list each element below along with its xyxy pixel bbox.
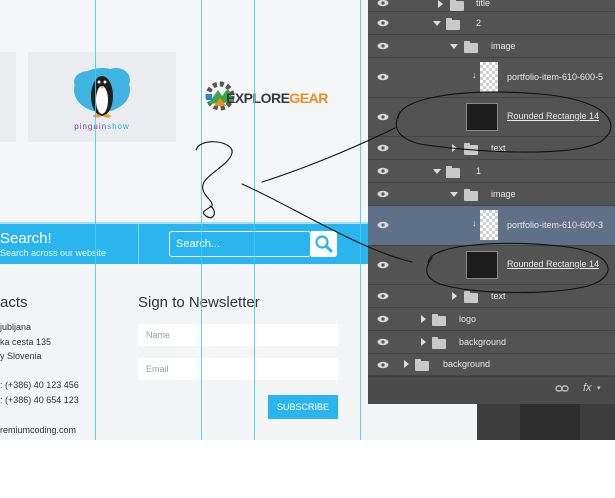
scribble-line-upper xyxy=(261,127,396,183)
scribble-line-lower xyxy=(241,183,413,263)
scribble-ellipse-upper xyxy=(395,91,612,153)
annotation-scribbles xyxy=(195,91,612,294)
scribble-ellipse-lower xyxy=(426,242,609,294)
scribble-squiggle xyxy=(195,141,233,219)
